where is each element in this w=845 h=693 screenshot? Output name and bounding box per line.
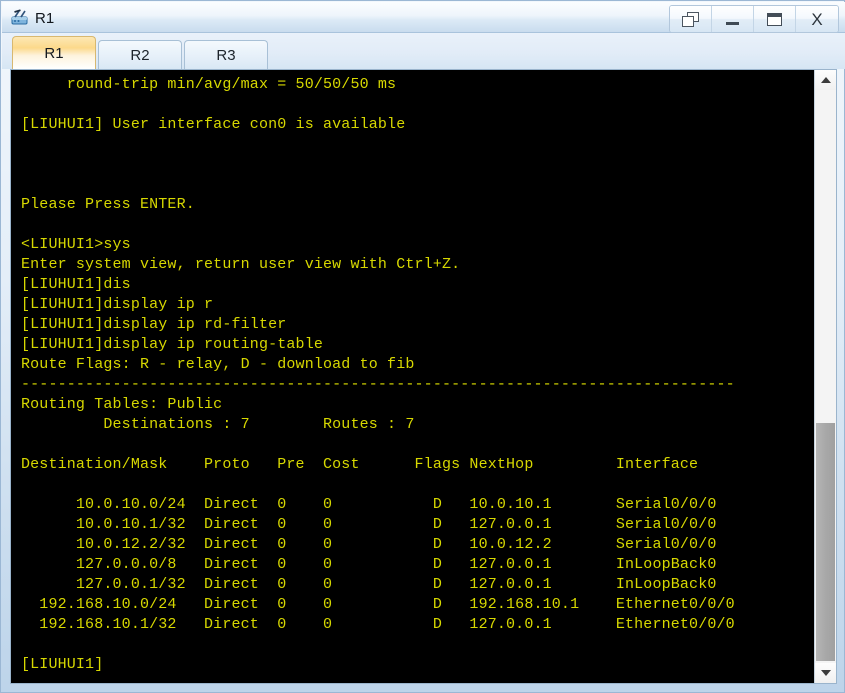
maximize-window-button[interactable]: [754, 6, 796, 32]
terminal-vertical-scrollbar[interactable]: [814, 70, 836, 683]
window-title: R1: [35, 9, 55, 27]
router-icon: [10, 8, 30, 28]
close-window-button[interactable]: X: [796, 6, 838, 32]
scrollbar-track[interactable]: [815, 90, 836, 663]
device-tab-strip: R1 R2 R3: [2, 33, 845, 69]
minimize-window-button[interactable]: [712, 6, 754, 32]
close-icon: X: [811, 9, 823, 29]
tab-r3[interactable]: R3: [184, 40, 268, 69]
tab-r1-label: R1: [44, 44, 64, 62]
terminal-console[interactable]: round-trip min/avg/max = 50/50/50 ms [LI…: [11, 70, 814, 683]
tab-list: R1 R2 R3: [12, 35, 270, 69]
scroll-down-arrow-button[interactable]: [815, 663, 836, 683]
router-cli-window: R1 X R1 R2 R3 round-trip min/avg/max = 5…: [0, 0, 845, 693]
scroll-up-arrow-button[interactable]: [815, 70, 836, 90]
tab-r2[interactable]: R2: [98, 40, 182, 69]
scrollbar-thumb[interactable]: [816, 423, 835, 661]
window-controls: X: [669, 5, 839, 33]
tab-r3-label: R3: [216, 46, 236, 64]
restore-window-button[interactable]: [670, 6, 712, 32]
titlebar-left-group: R1: [10, 6, 54, 30]
chevron-down-icon: [820, 670, 831, 676]
maximize-icon: [767, 12, 782, 26]
minimize-icon: [726, 21, 739, 25]
restore-icon: [682, 11, 699, 27]
terminal-output: round-trip min/avg/max = 50/50/50 ms [LI…: [21, 76, 735, 673]
tab-r1[interactable]: R1: [12, 36, 96, 69]
tab-r2-label: R2: [130, 46, 150, 64]
chevron-up-icon: [820, 77, 831, 83]
window-titlebar: R1 X: [2, 2, 845, 33]
terminal-frame: round-trip min/avg/max = 50/50/50 ms [LI…: [10, 69, 837, 684]
